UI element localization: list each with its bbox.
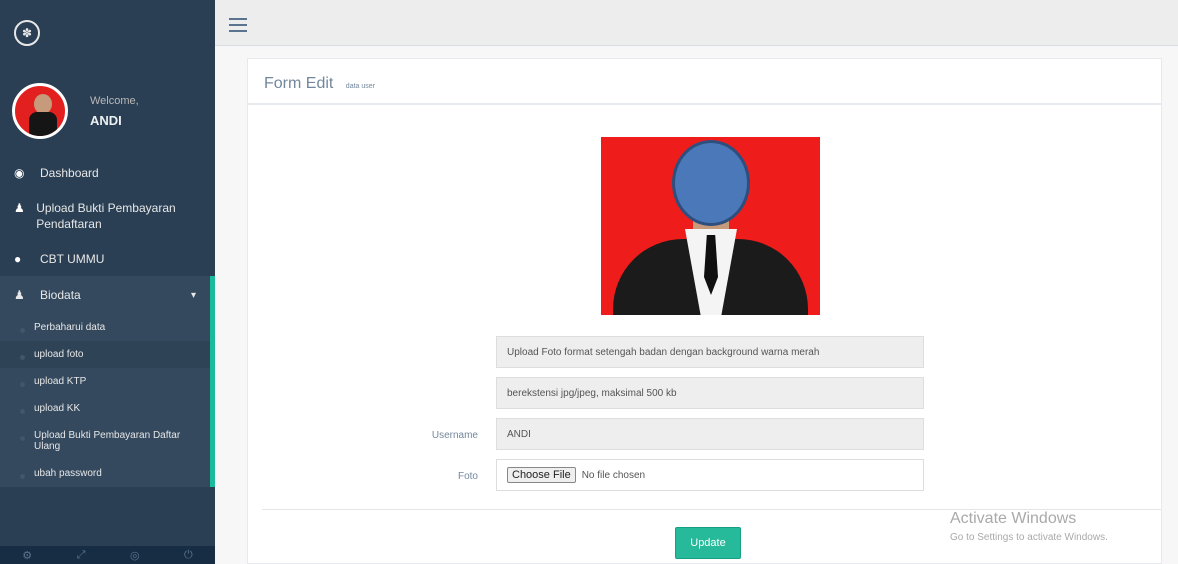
activate-windows-watermark: Activate Windows Go to Settings to activ… xyxy=(950,510,1108,543)
panel-title: Form Edit data user xyxy=(248,59,1161,105)
avatar xyxy=(12,83,68,139)
submenu-item-upload-kk[interactable]: upload KK xyxy=(0,395,210,422)
sidebar-item-cbt[interactable]: ● CBT UMMU xyxy=(0,242,215,276)
settings-icon[interactable]: ⚙ xyxy=(22,549,32,562)
username-label: Username xyxy=(431,430,478,441)
paw-logo-icon[interactable]: ✽ xyxy=(14,20,40,46)
chevron-down-icon: ▾ xyxy=(190,289,196,301)
watermark-title: Activate Windows xyxy=(950,510,1077,527)
sidebar-item-biodata[interactable]: ♟ Biodata ▾ xyxy=(0,276,210,314)
sidebar-item-label: CBT UMMU xyxy=(40,252,105,266)
submenu-item-upload-foto[interactable]: upload foto xyxy=(0,341,210,368)
profile-block: Welcome, ANDI xyxy=(0,66,215,156)
power-icon[interactable]: ⏻ xyxy=(184,549,193,562)
side-menu: ◉ Dashboard ♟ Upload Bukti Pembayaran Pe… xyxy=(0,156,215,487)
submenu-item-upload-ktp[interactable]: upload KTP xyxy=(0,368,210,395)
foto-file-input[interactable]: Choose File No file chosen xyxy=(496,459,924,491)
user-icon: ♟ xyxy=(14,288,25,302)
sidebar-item-upload-pendaftaran[interactable]: ♟ Upload Bukti Pembayaran Pendaftaran xyxy=(0,190,215,242)
dashboard-icon: ◉ xyxy=(14,166,25,180)
upload-instruction-2: berekstensi jpg/jpeg, maksimal 500 kb xyxy=(496,377,924,409)
submenu-item-ubah-password[interactable]: ubah password xyxy=(0,460,210,487)
main-content: Form Edit data user Upload Foto format s… xyxy=(215,46,1178,564)
welcome-text: Welcome, xyxy=(90,94,139,107)
sidebar-item-label: Biodata xyxy=(40,288,81,302)
sidebar-group-biodata: ♟ Biodata ▾ Perbaharui data upload foto … xyxy=(0,276,215,487)
user-icon: ♟ xyxy=(14,201,25,215)
sidebar-item-label: Upload Bukti Pembayaran Pendaftaran xyxy=(36,201,176,231)
brand[interactable]: ✽ xyxy=(0,0,215,66)
submenu-item-perbaharui-data[interactable]: Perbaharui data xyxy=(0,314,210,341)
comment-icon: ● xyxy=(14,252,22,266)
page-subtitle: data user xyxy=(345,83,375,90)
file-status-text: No file chosen xyxy=(581,469,646,481)
fullscreen-icon[interactable]: ⤢ xyxy=(77,549,86,562)
menu-toggle-icon[interactable] xyxy=(229,18,247,36)
page-title: Form Edit xyxy=(264,75,334,92)
profile-photo xyxy=(601,137,820,315)
form-panel: Form Edit data user Upload Foto format s… xyxy=(247,58,1162,564)
sidebar-item-label: Dashboard xyxy=(40,166,99,180)
choose-file-button[interactable]: Choose File xyxy=(507,467,576,483)
face-mask-circle xyxy=(672,140,750,226)
top-navbar xyxy=(215,0,1178,46)
biodata-submenu: Perbaharui data upload foto upload KTP u… xyxy=(0,314,210,487)
upload-instruction-1: Upload Foto format setengah badan dengan… xyxy=(496,336,924,368)
sidebar: ✽ Welcome, ANDI ◉ Dashboard ♟ Upload Buk… xyxy=(0,0,215,564)
foto-label: Foto xyxy=(457,471,478,482)
update-button[interactable]: Update xyxy=(675,527,741,559)
eye-icon[interactable]: ◎ xyxy=(130,549,140,562)
user-name: ANDI xyxy=(90,112,122,128)
watermark-subtitle: Go to Settings to activate Windows. xyxy=(950,532,1108,543)
username-field[interactable]: ANDI xyxy=(496,418,924,450)
sidebar-footer: ⚙ ⤢ ◎ ⏻ xyxy=(0,546,215,564)
sidebar-item-dashboard[interactable]: ◉ Dashboard xyxy=(0,156,215,190)
submenu-item-upload-daftar-ulang[interactable]: Upload Bukti Pembayaran Daftar Ulang xyxy=(0,422,210,460)
